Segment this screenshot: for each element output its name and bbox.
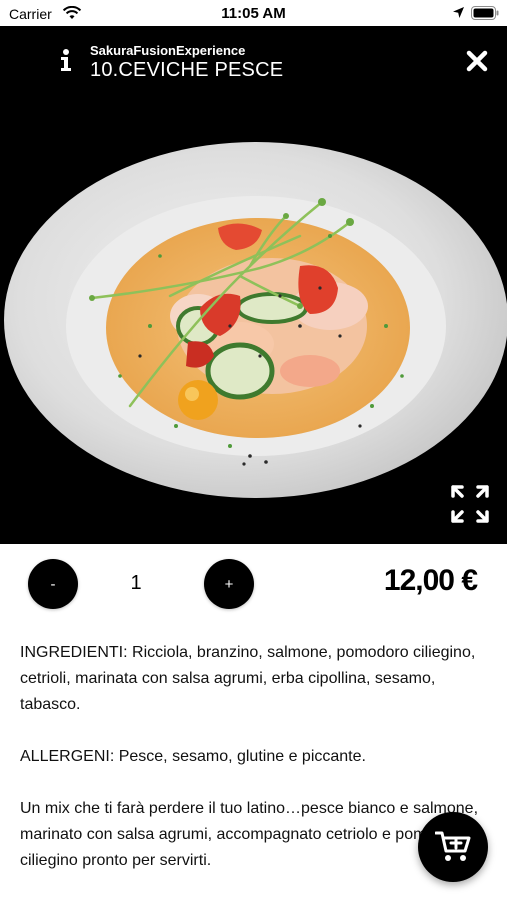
allergens-text: ALLERGENI: Pesce, sesamo, glutine e picc… (20, 748, 366, 765)
dish-photo (4, 142, 507, 498)
cart-add-icon (435, 831, 471, 861)
close-icon[interactable] (466, 50, 488, 72)
quantity-value: 1 (130, 572, 142, 594)
brand-name: SakuraFusionExperience (90, 43, 246, 58)
increase-quantity-button[interactable]: + (204, 559, 254, 609)
battery-icon (471, 6, 499, 20)
info-icon[interactable] (56, 48, 76, 72)
product-description: INGREDIENTI: Ricciola, branzino, salmone… (20, 640, 480, 900)
product-image-area: SakuraFusionExperience 10.CEVICHE PESCE (0, 26, 507, 544)
location-arrow-icon (453, 7, 464, 18)
clock: 11:05 AM (221, 5, 286, 22)
decrease-quantity-button[interactable]: - (28, 559, 78, 609)
quantity-price-row: - 1 + 12,00 € (0, 544, 507, 624)
add-to-cart-button[interactable] (418, 812, 488, 882)
description-text: Un mix che ti farà perdere il tuo latino… (20, 800, 479, 869)
ingredients-text: INGREDIENTI: Ricciola, branzino, salmone… (20, 644, 476, 713)
product-title: 10.CEVICHE PESCE (90, 59, 284, 81)
status-bar: Carrier 11:05 AM (0, 0, 507, 26)
product-price: 12,00 € (383, 564, 478, 597)
expand-icon[interactable] (450, 484, 490, 524)
